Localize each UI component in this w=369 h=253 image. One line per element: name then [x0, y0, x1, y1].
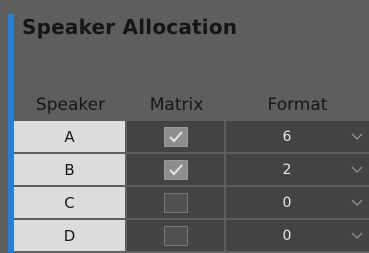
chevron-down-icon [351, 232, 363, 239]
speaker-rows: A 6 B 2 C 0 D 0 [14, 121, 369, 253]
column-header-matrix: Matrix [149, 95, 204, 115]
speaker-label: D [14, 220, 125, 251]
matrix-checkbox[interactable] [163, 126, 188, 147]
table-header: Speaker Matrix Format [14, 90, 369, 120]
chevron-down-icon [351, 166, 363, 173]
chevron-down-icon [351, 133, 363, 140]
format-dropdown[interactable]: 0 [226, 220, 369, 251]
speaker-label: B [14, 154, 125, 185]
speaker-row-b: B 2 [14, 154, 369, 185]
speaker-label: C [14, 187, 125, 218]
speaker-label: A [14, 121, 125, 152]
column-header-speaker: Speaker [35, 95, 106, 115]
format-value: 6 [282, 128, 292, 145]
matrix-checkbox[interactable] [163, 225, 188, 246]
chevron-down-icon [351, 199, 363, 206]
panel-title: Speaker Allocation [22, 15, 238, 39]
speaker-allocation-panel: Speaker Allocation Speaker Matrix Format… [0, 0, 369, 253]
format-dropdown[interactable]: 6 [226, 121, 369, 152]
format-value: 0 [282, 194, 292, 211]
matrix-checkbox[interactable] [163, 159, 188, 180]
matrix-checkbox[interactable] [163, 192, 188, 213]
speaker-row-d: D 0 [14, 220, 369, 251]
speaker-row-a: A 6 [14, 121, 369, 152]
matrix-cell [127, 220, 224, 251]
speaker-row-c: C 0 [14, 187, 369, 218]
format-dropdown[interactable]: 2 [226, 154, 369, 185]
matrix-cell [127, 121, 224, 152]
matrix-cell [127, 154, 224, 185]
checkmark-icon [168, 130, 183, 142]
matrix-cell [127, 187, 224, 218]
format-dropdown[interactable]: 0 [226, 187, 369, 218]
column-header-format: Format [267, 95, 328, 115]
format-value: 2 [282, 161, 292, 178]
checkmark-icon [168, 163, 183, 175]
format-value: 0 [282, 227, 292, 244]
